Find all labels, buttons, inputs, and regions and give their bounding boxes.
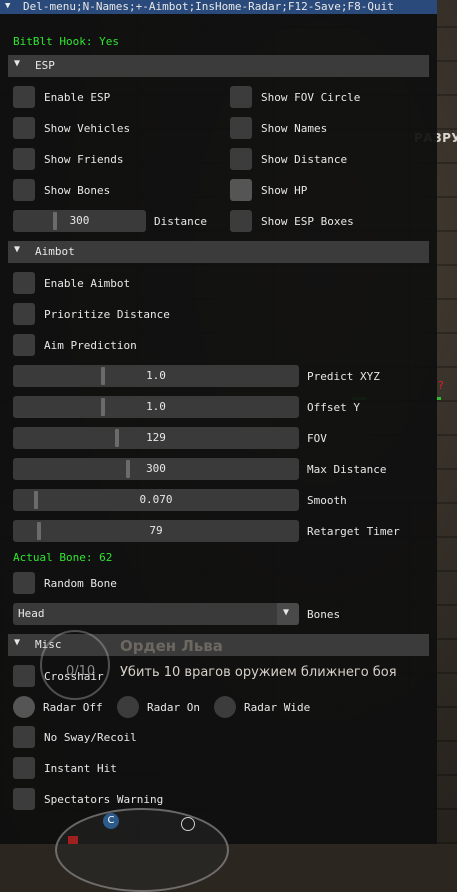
retarget-timer-value: 79	[149, 524, 163, 537]
fov-value: 129	[146, 431, 166, 444]
bones-combo-button[interactable]: ▼	[277, 603, 299, 625]
enable-aimbot-checkbox[interactable]	[13, 272, 35, 294]
retarget-timer-slider[interactable]: 79	[13, 520, 299, 542]
prioritize-distance-checkbox[interactable]	[13, 303, 35, 325]
compass-widget	[55, 808, 229, 892]
radar-wide-radio[interactable]	[214, 696, 236, 718]
show-vehicles-label: Show Vehicles	[44, 122, 131, 135]
radar-wide-label: Radar Wide	[244, 701, 311, 714]
enemy-marker-2: ?	[438, 379, 444, 392]
fov-slider[interactable]: 129	[13, 427, 299, 449]
predict-xyz-label: Predict XYZ	[307, 370, 380, 383]
distance-value: 300	[69, 214, 90, 227]
window-title: Del-menu;N-Names;+-Aimbot;InsHome-Radar;…	[23, 0, 394, 13]
chevron-down-icon: ▼	[14, 58, 21, 69]
prioritize-distance-label: Prioritize Distance	[44, 308, 170, 321]
bones-label: Bones	[307, 608, 341, 621]
actual-bone-status: Actual Bone: 62	[13, 551, 113, 564]
show-bones-checkbox[interactable]	[13, 179, 35, 201]
enable-aimbot-label: Enable Aimbot	[44, 277, 131, 290]
smooth-value: 0.070	[139, 493, 173, 506]
no-sway-recoil-checkbox[interactable]	[13, 726, 35, 748]
radar-on-label: Radar On	[147, 701, 200, 714]
retarget-timer-label: Retarget Timer	[307, 525, 400, 538]
radar-off-radio[interactable]	[13, 696, 35, 718]
cheat-menu-window: ▼ Del-menu;N-Names;+-Aimbot;InsHome-Rada…	[0, 0, 437, 844]
compass-marker-icon: C	[103, 813, 119, 829]
show-vehicles-checkbox[interactable]	[13, 117, 35, 139]
random-bone-checkbox[interactable]	[13, 572, 35, 594]
compass-objective-icon	[181, 817, 195, 831]
bones-combo-value: Head	[18, 607, 45, 620]
chevron-down-icon: ▼	[283, 607, 290, 618]
max-distance-slider[interactable]: 300	[13, 458, 299, 480]
smooth-label: Smooth	[307, 494, 347, 507]
smooth-slider[interactable]: 0.070	[13, 489, 299, 511]
offset-y-slider[interactable]: 1.0	[13, 396, 299, 418]
bones-combo[interactable]: Head ▼	[13, 603, 299, 625]
radar-on-radio[interactable]	[117, 696, 139, 718]
offset-y-label: Offset Y	[307, 401, 360, 414]
distance-label: Distance	[154, 215, 207, 228]
show-hp-checkbox[interactable]	[230, 179, 252, 201]
show-bones-label: Show Bones	[44, 184, 111, 197]
compass-enemy-icon	[68, 836, 78, 844]
chevron-down-icon: ▼	[14, 244, 21, 255]
show-friends-checkbox[interactable]	[13, 148, 35, 170]
show-distance-label: Show Distance	[261, 153, 348, 166]
instant-hit-label: Instant Hit	[44, 762, 117, 775]
enable-esp-checkbox[interactable]	[13, 86, 35, 108]
award-title: Орден Льва	[120, 637, 223, 655]
instant-hit-checkbox[interactable]	[13, 757, 35, 779]
aim-prediction-label: Aim Prediction	[44, 339, 137, 352]
show-fov-circle-label: Show FOV Circle	[261, 91, 361, 104]
show-fov-circle-checkbox[interactable]	[230, 86, 252, 108]
esp-header-label: ESP	[35, 59, 55, 72]
spectators-warning-checkbox[interactable]	[13, 788, 35, 810]
show-names-checkbox[interactable]	[230, 117, 252, 139]
aimbot-header-label: Aimbot	[35, 245, 75, 258]
esp-section-header[interactable]: ▼ ESP	[8, 55, 429, 77]
offset-y-value: 1.0	[146, 400, 166, 413]
aim-prediction-checkbox[interactable]	[13, 334, 35, 356]
fov-label: FOV	[307, 432, 327, 445]
collapse-arrow-icon[interactable]: ▼	[5, 1, 10, 11]
max-distance-value: 300	[146, 462, 166, 475]
hook-status: BitBlt Hook: Yes	[13, 35, 119, 48]
predict-xyz-slider[interactable]: 1.0	[13, 365, 299, 387]
no-sway-recoil-label: No Sway/Recoil	[44, 731, 137, 744]
chevron-down-icon: ▼	[14, 637, 21, 648]
aimbot-section-header[interactable]: ▼ Aimbot	[8, 241, 429, 263]
radar-off-label: Radar Off	[43, 701, 103, 714]
show-names-label: Show Names	[261, 122, 328, 135]
show-esp-boxes-checkbox[interactable]	[230, 210, 252, 232]
max-distance-label: Max Distance	[307, 463, 387, 476]
crosshair-checkbox[interactable]	[13, 665, 35, 687]
show-distance-checkbox[interactable]	[230, 148, 252, 170]
show-esp-boxes-label: Show ESP Boxes	[261, 215, 354, 228]
enable-esp-label: Enable ESP	[44, 91, 111, 104]
distance-slider[interactable]: 300	[13, 210, 146, 232]
award-count: 0/10	[66, 664, 96, 679]
predict-xyz-value: 1.0	[146, 369, 166, 382]
random-bone-label: Random Bone	[44, 577, 117, 590]
show-friends-label: Show Friends	[44, 153, 124, 166]
spectators-warning-label: Spectators Warning	[44, 793, 164, 806]
award-description: Убить 10 врагов оружием ближнего боя	[120, 665, 397, 680]
title-bar[interactable]: ▼ Del-menu;N-Names;+-Aimbot;InsHome-Rada…	[0, 0, 437, 14]
show-hp-label: Show HP	[261, 184, 308, 197]
